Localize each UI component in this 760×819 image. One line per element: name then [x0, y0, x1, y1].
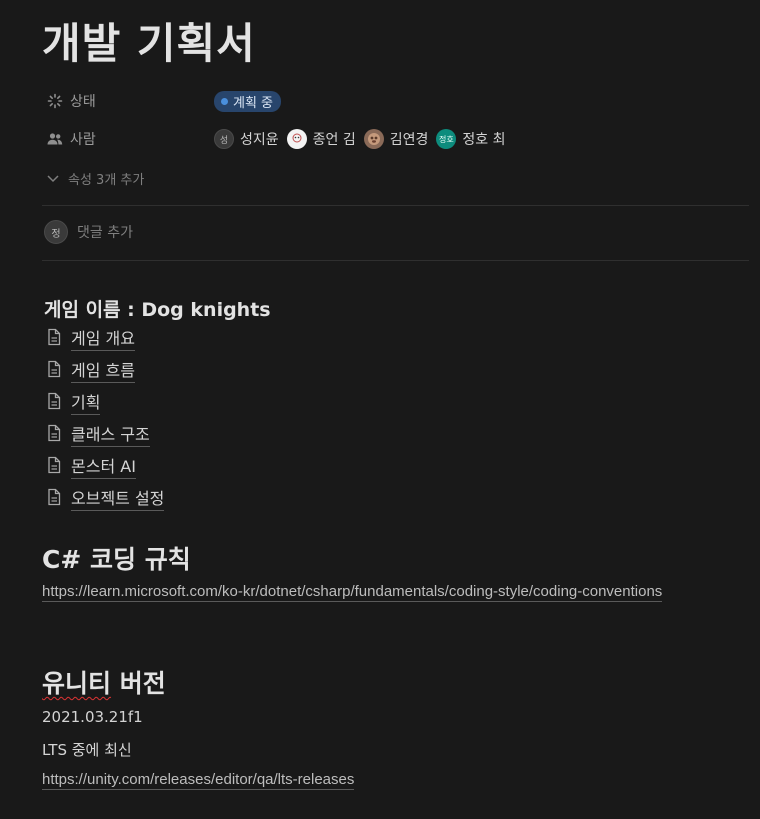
avatar: 성: [214, 129, 234, 149]
chevron-down-icon: [46, 170, 62, 186]
page-link-label: 게임 개요: [71, 325, 135, 351]
unity-releases-link[interactable]: https://unity.com/releases/editor/qa/lts…: [42, 771, 355, 790]
page-title[interactable]: 개발 기획서: [42, 10, 256, 71]
property-people-value[interactable]: 성 성지윤 종언 김 김연경 정호 정호 최: [214, 129, 513, 149]
page-link-label: 게임 흐름: [71, 357, 135, 383]
unity-heading[interactable]: 유니티 버전: [42, 664, 166, 700]
coding-heading[interactable]: C# 코딩 규칙: [42, 540, 191, 576]
page-link-game-flow[interactable]: 게임 흐름: [46, 357, 135, 383]
more-properties-toggle[interactable]: 속성 3개 추가: [42, 167, 144, 189]
page-link-object-settings[interactable]: 오브젝트 설정: [46, 485, 165, 511]
status-badge-text: 계획 중: [233, 95, 274, 111]
people-label-text: 사람: [70, 132, 96, 148]
person-chip[interactable]: 김연경: [363, 129, 429, 149]
property-status-value[interactable]: 계획 중: [214, 90, 282, 112]
status-badge[interactable]: 계획 중: [214, 90, 282, 112]
document-icon: [46, 488, 64, 508]
document-icon: [46, 328, 64, 348]
more-properties-label: 속성 3개 추가: [68, 172, 145, 188]
avatar: 정: [44, 220, 68, 244]
divider: [42, 260, 749, 261]
person-name: 김연경: [389, 132, 429, 148]
person-name: 종언 김: [312, 132, 356, 148]
page-link-label: 기획: [71, 389, 101, 415]
document-icon: [46, 424, 64, 444]
avatar: [286, 129, 307, 149]
person-chip[interactable]: 성 성지윤: [214, 129, 279, 149]
page-link-label: 클래스 구조: [71, 421, 150, 447]
unity-note-text[interactable]: LTS 중에 최신: [42, 739, 132, 760]
avatar: [363, 129, 384, 149]
game-name-heading[interactable]: 게임 이름 : Dog knights: [44, 295, 271, 322]
status-label-text: 상태: [70, 94, 96, 110]
page-link-class-structure[interactable]: 클래스 구조: [46, 421, 150, 447]
coding-conventions-link[interactable]: https://learn.microsoft.com/ko-kr/dotnet…: [42, 583, 663, 602]
page-link-monster-ai[interactable]: 몬스터 AI: [46, 453, 136, 479]
divider: [42, 205, 749, 206]
page-link-label: 몬스터 AI: [71, 453, 136, 479]
people-icon: [46, 130, 64, 148]
document-icon: [46, 456, 64, 476]
unity-heading-rest: 버전: [111, 669, 166, 698]
person-name: 정호 최: [462, 132, 506, 148]
person-name: 성지윤: [240, 132, 279, 148]
loading-icon: [46, 92, 64, 110]
unity-heading-word: 유니티: [42, 669, 112, 698]
person-chip[interactable]: 정호 정호 최: [436, 129, 505, 149]
page-link-game-overview[interactable]: 게임 개요: [46, 325, 135, 351]
comment-input[interactable]: 정 댓글 추가: [42, 220, 133, 244]
property-people-label[interactable]: 사람: [42, 129, 214, 149]
person-chip[interactable]: 종언 김: [286, 129, 356, 149]
unity-version-text[interactable]: 2021.03.21f1: [42, 708, 143, 726]
page-link-label: 오브젝트 설정: [71, 485, 165, 511]
document-icon: [46, 392, 64, 412]
document-icon: [46, 360, 64, 380]
property-status-label[interactable]: 상태: [42, 91, 214, 111]
property-people: 사람 성 성지윤 종언 김 김연경 정호 정호 최: [42, 125, 749, 153]
property-status: 상태 계획 중: [42, 87, 749, 115]
avatar: 정호: [436, 129, 457, 149]
comment-placeholder: 댓글 추가: [77, 225, 133, 241]
status-dot-icon: [221, 97, 228, 105]
page-link-planning[interactable]: 기획: [46, 389, 101, 415]
